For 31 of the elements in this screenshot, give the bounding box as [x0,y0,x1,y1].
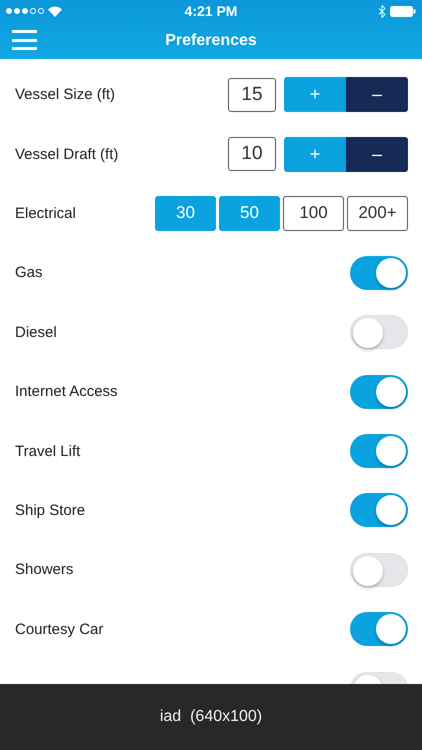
setting-label: Courtesy Car [15,620,104,638]
decrement-button[interactable]: – [346,136,408,172]
setting-label: Diesel [15,324,57,341]
status-time: 4:21 PM [184,3,238,19]
wifi-icon [48,6,62,16]
decrement-button[interactable]: – [346,77,408,112]
toggle-switch[interactable] [350,612,408,646]
toggle-switch[interactable] [350,256,408,290]
toggle-switch[interactable] [350,374,408,409]
battery-icon [390,6,416,16]
setting-label: Showers [15,561,74,578]
setting-label: Internet Access [15,383,118,400]
signal-icon [6,8,44,14]
amperage-option[interactable]: 200+ [347,196,408,231]
toggle-switch[interactable] [350,434,408,468]
value-display: 15 [228,78,276,112]
bluetooth-icon [378,4,386,18]
setting-label: Ship Store [15,502,86,519]
ad-text: iad (640x100) [160,708,262,726]
setting-label: Gas [15,264,43,282]
setting-label: Vessel Draft (ft) [15,146,118,163]
value-display: 10 [228,137,276,172]
screen-title: Preferences [165,32,257,50]
toggle-switch[interactable] [350,552,408,587]
toggle-switch[interactable] [350,493,408,528]
setting-label: Vessel Size (ft) [15,86,116,104]
amperage-option[interactable]: 100 [283,196,344,231]
setting-label: Travel Lift [15,442,80,460]
toggle-switch[interactable] [350,315,408,350]
setting-label: Electrical [15,204,76,222]
menu-button[interactable] [12,30,37,50]
